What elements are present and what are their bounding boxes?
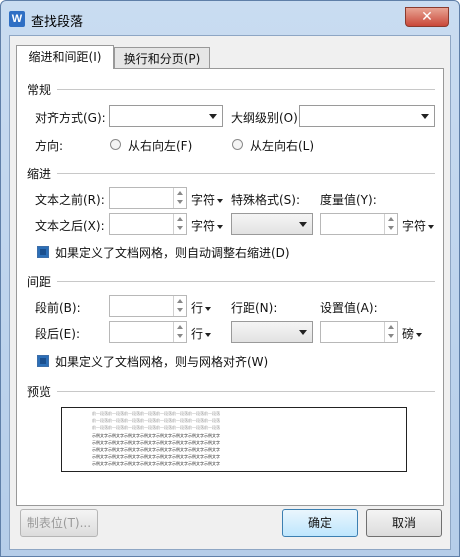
- chevron-down-icon: [217, 224, 224, 229]
- preview-prev-line: 前一段落前一段落前一段落前一段落前一段落前一段落前一段落前一段落: [92, 418, 220, 423]
- divider: [57, 391, 435, 392]
- spin-up-icon[interactable]: [177, 217, 183, 221]
- outline-level-select[interactable]: [299, 105, 435, 127]
- space-before-stepper[interactable]: [109, 295, 187, 317]
- snap-to-grid-checkbox[interactable]: [37, 355, 49, 367]
- measure-label: 度量值(Y):: [320, 193, 377, 207]
- spin-down-icon[interactable]: [388, 334, 394, 338]
- divider: [57, 89, 435, 90]
- dialog-title: 查找段落: [31, 15, 84, 30]
- tab-line-page-breaks[interactable]: 换行和分页(P): [114, 47, 210, 69]
- spin-up-icon[interactable]: [177, 191, 183, 195]
- divider: [57, 173, 435, 174]
- chevron-down-icon: [205, 306, 212, 311]
- indent-heading: 缩进: [27, 167, 52, 181]
- chevron-down-icon: [205, 332, 212, 337]
- spin-up-icon[interactable]: [177, 325, 183, 329]
- measure-unit[interactable]: 字符: [402, 217, 435, 234]
- space-after-unit[interactable]: 行: [191, 325, 212, 342]
- space-after-label: 段后(E):: [35, 327, 80, 341]
- chevron-down-icon: [217, 198, 224, 203]
- spin-down-icon[interactable]: [177, 200, 183, 204]
- dialog-body: 缩进和间距(I) 换行和分页(P) 常规 对齐方式(G): 大纲级别(O): 方…: [9, 35, 451, 550]
- rtl-radio[interactable]: [110, 139, 121, 150]
- spin-down-icon[interactable]: [177, 308, 183, 312]
- line-spacing-select[interactable]: [231, 321, 313, 343]
- cancel-button[interactable]: 取消: [366, 509, 442, 537]
- space-before-label: 段前(B):: [35, 301, 81, 315]
- spin-down-icon[interactable]: [388, 226, 394, 230]
- space-after-stepper[interactable]: [109, 321, 187, 343]
- chevron-down-icon: [299, 330, 307, 335]
- indent-before-label: 文本之前(R):: [35, 193, 105, 207]
- preview-body-line: 示例文字示例文字示例文字示例文字示例文字示例文字示例文字示例文字: [92, 440, 220, 445]
- preview-body-line: 示例文字示例文字示例文字示例文字示例文字示例文字示例文字示例文字: [92, 454, 220, 459]
- measure-stepper[interactable]: [320, 213, 398, 235]
- spin-up-icon[interactable]: [388, 217, 394, 221]
- preview-prev-line: 前一段落前一段落前一段落前一段落前一段落前一段落前一段落前一段落: [92, 425, 220, 430]
- snap-to-grid-label[interactable]: 如果定义了文档网格，则与网格对齐(W): [55, 353, 268, 370]
- spin-down-icon[interactable]: [177, 334, 183, 338]
- preview-body-line: 示例文字示例文字示例文字示例文字示例文字示例文字示例文字示例文字: [92, 447, 220, 452]
- space-before-unit[interactable]: 行: [191, 299, 212, 316]
- special-format-select[interactable]: [231, 213, 313, 235]
- chevron-down-icon: [428, 224, 435, 229]
- chevron-down-icon: [416, 332, 423, 337]
- wps-writer-icon: W: [9, 11, 25, 27]
- indent-after-stepper[interactable]: [109, 213, 187, 235]
- ltr-radio[interactable]: [232, 139, 243, 150]
- close-button[interactable]: ✕: [405, 7, 449, 27]
- setting-value-unit[interactable]: 磅: [402, 325, 423, 342]
- tab-indent-spacing[interactable]: 缩进和间距(I): [16, 45, 114, 69]
- setting-value-stepper[interactable]: [320, 321, 398, 343]
- divider: [57, 281, 435, 282]
- chevron-down-icon: [299, 222, 307, 227]
- chevron-down-icon: [421, 114, 429, 119]
- alignment-label: 对齐方式(G):: [35, 111, 106, 125]
- dialog-window: W 查找段落 ✕ 缩进和间距(I) 换行和分页(P) 常规 对齐方式(G): 大…: [0, 0, 460, 557]
- title-bar[interactable]: W 查找段落 ✕: [1, 1, 459, 35]
- special-format-label: 特殊格式(S):: [231, 193, 301, 207]
- tab-stops-button[interactable]: 制表位(T)...: [20, 509, 98, 537]
- general-heading: 常规: [27, 83, 52, 97]
- indent-after-label: 文本之后(X):: [35, 219, 105, 233]
- spin-up-icon[interactable]: [177, 299, 183, 303]
- preview-prev-line: 前一段落前一段落前一段落前一段落前一段落前一段落前一段落前一段落: [92, 411, 220, 416]
- setting-value-label: 设置值(A):: [320, 301, 378, 315]
- preview-box: 前一段落前一段落前一段落前一段落前一段落前一段落前一段落前一段落 前一段落前一段…: [61, 407, 407, 472]
- indent-before-unit[interactable]: 字符: [191, 191, 224, 208]
- chevron-down-icon: [209, 114, 217, 119]
- spin-up-icon[interactable]: [388, 325, 394, 329]
- ltr-label[interactable]: 从左向右(L): [250, 137, 314, 154]
- direction-label: 方向:: [35, 139, 64, 153]
- close-icon: ✕: [421, 9, 433, 25]
- auto-right-indent-checkbox[interactable]: [37, 246, 49, 258]
- indent-before-stepper[interactable]: [109, 187, 187, 209]
- preview-body-line: 示例文字示例文字示例文字示例文字示例文字示例文字示例文字示例文字: [92, 461, 220, 466]
- preview-heading: 预览: [27, 385, 52, 399]
- rtl-label[interactable]: 从右向左(F): [128, 137, 192, 154]
- preview-body-line: 示例文字示例文字示例文字示例文字示例文字示例文字示例文字示例文字: [92, 433, 220, 438]
- indent-after-unit[interactable]: 字符: [191, 217, 224, 234]
- alignment-select[interactable]: [109, 105, 223, 127]
- spin-down-icon[interactable]: [177, 226, 183, 230]
- line-spacing-label: 行距(N):: [231, 301, 278, 315]
- ok-button[interactable]: 确定: [282, 509, 358, 537]
- outline-level-label: 大纲级别(O):: [231, 111, 302, 125]
- auto-right-indent-label[interactable]: 如果定义了文档网格，则自动调整右缩进(D): [55, 244, 290, 261]
- spacing-heading: 间距: [27, 275, 52, 289]
